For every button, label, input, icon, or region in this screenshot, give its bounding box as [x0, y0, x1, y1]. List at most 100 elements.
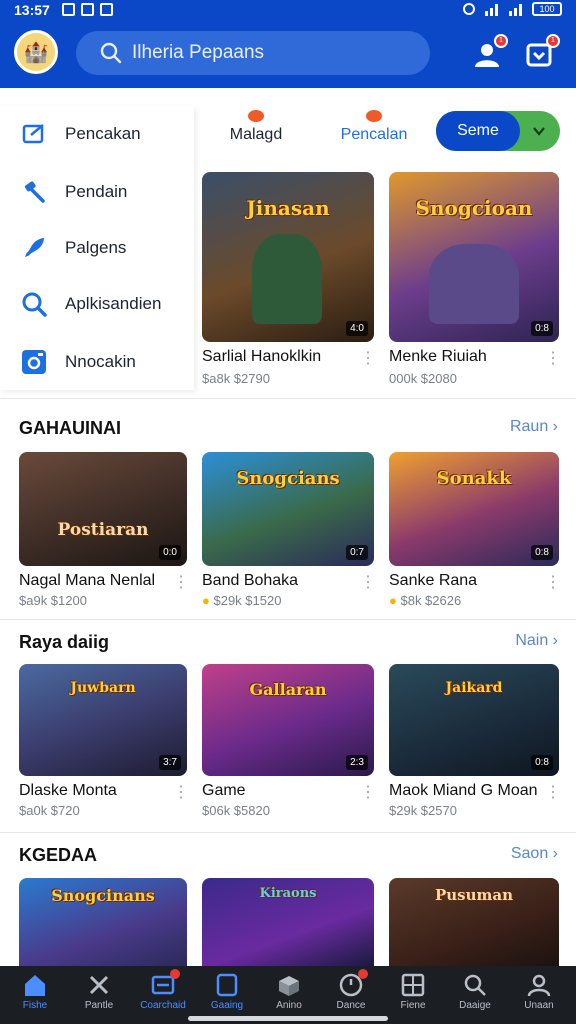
search-input[interactable]: Ilheria Pepaans: [76, 31, 430, 75]
drawer-item-pencakan[interactable]: Pencakan: [0, 106, 194, 162]
game-thumbnail[interactable]: Snogcinans: [19, 878, 187, 966]
nav-label: Fishe: [22, 1000, 48, 1011]
tab-malagd[interactable]: Malagd: [226, 110, 286, 144]
game-meta: $06k $5820: [202, 803, 270, 818]
nav-badge: [358, 969, 368, 979]
tab-pencalan[interactable]: Pencalan: [340, 110, 408, 144]
nav-label: Daaige: [459, 1000, 491, 1011]
drawer-item-label: Palgens: [65, 238, 127, 257]
game-card[interactable]: Snogcioan 0:8 Menke Riuiah 000k $2080 ⋮: [389, 172, 561, 388]
game-thumbnail[interactable]: Pusuman: [389, 878, 559, 966]
game-art-title: Kiraons: [259, 886, 317, 901]
status-notification-icons: [62, 3, 113, 16]
drawer-item-palgens[interactable]: Palgens: [0, 220, 194, 276]
drawer-item-nnocakin[interactable]: Nnocakin: [0, 334, 194, 390]
nav-item-unaan[interactable]: Unaan: [508, 970, 570, 1020]
profile-button[interactable]: 1: [470, 34, 508, 72]
duration-badge: 3:7: [159, 755, 181, 770]
game-card[interactable]: Kiraons: [202, 878, 374, 966]
home-indicator[interactable]: [188, 1016, 388, 1021]
nav-item-dance[interactable]: Dance: [320, 969, 382, 1020]
game-card[interactable]: Snogcians 0:7 Band Bohaka ● $29k $1520 ⋮: [202, 452, 376, 612]
section-more-label: Raun: [509, 418, 549, 435]
game-card[interactable]: Gallaran 2:3 Game $06k $5820 ⋮: [202, 664, 376, 824]
nav-item-fiene[interactable]: Fiene: [382, 970, 444, 1020]
nav-item-coarchaid[interactable]: Coarchaid: [132, 969, 194, 1020]
nav-label: Dance: [336, 1000, 366, 1011]
game-title: Sanke Rana: [389, 572, 478, 589]
drawer-item-aplkisandien[interactable]: Aplkisandien: [0, 276, 194, 332]
notification-icon: [100, 3, 113, 16]
game-thumbnail[interactable]: Juwbarn 3:7: [19, 664, 187, 776]
game-art-title: Snogcioan: [415, 195, 533, 220]
section-more-link[interactable]: Saon ›: [511, 845, 558, 863]
rating-star-icon: ●: [202, 593, 210, 608]
search-icon: [100, 42, 122, 64]
game-meta-text: $8k $2626: [400, 593, 462, 608]
game-thumbnail[interactable]: Jaikard 0:8: [389, 664, 559, 776]
game-card[interactable]: Postiaran 0:0 Nagal Mana Nenlal $a9k $12…: [19, 452, 189, 612]
section-more-link[interactable]: Nain ›: [515, 632, 558, 650]
app-logo[interactable]: 🏰: [14, 30, 58, 74]
seme-toggle[interactable]: Seme: [436, 111, 560, 151]
section-divider: [0, 398, 576, 399]
drawer-item-pendain[interactable]: Pendain: [0, 164, 194, 220]
status-time: 13:57: [14, 2, 50, 18]
game-art-title: Jinasan: [246, 195, 330, 220]
game-thumbnail[interactable]: Gallaran 2:3: [202, 664, 374, 776]
game-card[interactable]: Sonakk 0:8 Sanke Rana ● $8k $2626 ⋮: [389, 452, 561, 612]
notifications-button[interactable]: 1: [522, 34, 560, 72]
section-title: Raya daiig: [19, 632, 110, 652]
duration-badge: 0:8: [531, 545, 553, 560]
game-art-title: Pusuman: [434, 886, 514, 904]
game-thumbnail[interactable]: Snogcioan 0:8: [389, 172, 559, 342]
game-thumbnail[interactable]: Snogcians 0:7: [202, 452, 374, 566]
more-options-icon[interactable]: ⋮: [173, 782, 189, 802]
game-title: Sarlial Hanoklkin: [202, 348, 322, 365]
game-art-title: Snogcians: [236, 467, 340, 489]
drawer-item-label: Nnocakin: [65, 352, 136, 371]
duration-badge: 0:7: [346, 545, 368, 560]
notification-icon: [62, 3, 75, 16]
home-icon: [22, 972, 48, 998]
tab-label: Pencalan: [340, 126, 408, 143]
game-thumbnail[interactable]: Postiaran 0:0: [19, 452, 187, 566]
game-card[interactable]: Snogcinans: [19, 878, 187, 966]
game-art-title: Jaikard: [445, 679, 503, 696]
game-card[interactable]: Juwbarn 3:7 Dlaske Monta $a0k $720 ⋮: [19, 664, 189, 824]
tab-dot-icon: [366, 110, 382, 122]
alarm-icon: [463, 3, 475, 15]
more-options-icon[interactable]: ⋮: [545, 348, 561, 368]
game-thumbnail[interactable]: Kiraons: [202, 878, 374, 966]
game-thumbnail[interactable]: Jinasan 4:0: [202, 172, 374, 342]
user-icon: [526, 972, 552, 998]
more-options-icon[interactable]: ⋮: [360, 782, 376, 802]
duration-badge: 2:3: [346, 755, 368, 770]
box-icon: [276, 972, 302, 998]
nav-item-gaaing[interactable]: Gaaing: [196, 970, 258, 1020]
game-art-title: Juwbarn: [70, 679, 136, 696]
character-art: [252, 234, 322, 324]
more-options-icon[interactable]: ⋮: [173, 572, 189, 592]
nav-label: Unaan: [524, 1000, 554, 1011]
more-options-icon[interactable]: ⋮: [360, 348, 376, 368]
nav-item-home[interactable]: Fishe: [4, 970, 66, 1020]
document-icon: [214, 972, 240, 998]
game-art-title: Postiaran: [57, 520, 149, 541]
more-options-icon[interactable]: ⋮: [360, 572, 376, 592]
nav-item-anino[interactable]: Anino: [258, 970, 320, 1020]
rocket-icon: [20, 234, 48, 262]
game-card[interactable]: Pusuman: [389, 878, 559, 966]
section-more-link[interactable]: Raun ›: [510, 418, 558, 436]
more-options-icon[interactable]: ⋮: [545, 782, 561, 802]
nav-badge: [170, 969, 180, 979]
game-card[interactable]: Jinasan 4:0 Sarlial Hanoklkin $a8k $2790…: [202, 172, 376, 388]
clock-icon: [338, 969, 368, 998]
more-options-icon[interactable]: ⋮: [545, 572, 561, 592]
nav-item-pantle[interactable]: Pantle: [68, 970, 130, 1020]
edit-box-icon: [20, 120, 48, 148]
game-thumbnail[interactable]: Sonakk 0:8: [389, 452, 559, 566]
game-card[interactable]: Jaikard 0:8 Maok Miand G Moan $29k $2570…: [389, 664, 561, 824]
nav-item-daaige[interactable]: Daaige: [444, 970, 506, 1020]
game-title: Maok Miand G Moan: [389, 782, 538, 799]
